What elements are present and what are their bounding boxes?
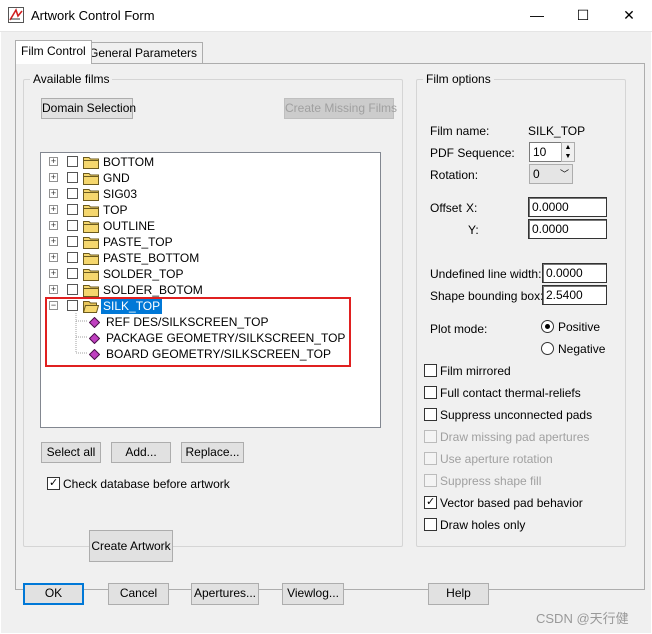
create-artwork-button[interactable]: Create Artwork [89,530,173,562]
pdf-sequence-input[interactable]: 10 [529,142,563,162]
app-icon [8,7,24,23]
film-name-label: Film name: [430,124,490,138]
window-title: Artwork Control Form [31,8,155,23]
check-database-checkbox[interactable]: ✓ Check database before artwork [47,477,230,493]
shape-bounding-box-input[interactable]: 2.5400 [542,285,607,305]
available-films-legend: Available films [30,72,113,86]
maximize-icon: ☐ [576,6,590,23]
films-tree[interactable]: + BOTTOM + GND + SIG03 + TOP + OUTLINE + PASTE_TOP +… [40,152,381,428]
offset-x-input[interactable]: 0.0000 [528,197,607,217]
plot-mode-negative-radio[interactable]: Negative [541,342,605,358]
offset-label: Offset [430,201,462,215]
tab-label: Film Control [21,44,86,58]
close-button[interactable]: ✕ [606,0,652,30]
film-name-value: SILK_TOP [528,124,586,138]
domain-selection-button[interactable]: Domain Selection [41,98,136,119]
checkbox-label: Use aperture rotation [440,452,553,466]
pdf-sequence-label: PDF Sequence: [430,146,515,160]
radio-label: Positive [558,320,601,334]
offset-x-label: X: [466,201,478,215]
film-option-checkbox[interactable]: Suppress shape fill [424,474,541,490]
spin-down-icon[interactable]: ▼ [562,152,574,161]
maximize-button[interactable]: ☐ [560,0,606,30]
radio-label: Negative [558,342,606,356]
film-options-legend: Film options [423,72,494,86]
undefined-line-width-label: Undefined line width: [430,267,542,281]
rotation-value: 0 [533,167,540,181]
film-option-checkbox[interactable]: Suppress unconnected pads [424,408,592,424]
offset-y-input[interactable]: 0.0000 [528,219,607,239]
checkbox-box [424,518,437,532]
title-bar: Artwork Control Form — ☐ ✕ [0,0,652,32]
checkbox-box [424,364,437,378]
plot-mode-label: Plot mode: [430,322,488,336]
ok-button[interactable]: OK [23,583,84,605]
checkbox-box [424,386,437,400]
film-option-checkbox[interactable]: Use aperture rotation [424,452,553,468]
film-option-checkbox[interactable]: Full contact thermal-reliefs [424,386,581,402]
tree-connectors [75,313,87,354]
checkbox-label: Suppress shape fill [440,474,542,488]
film-option-checkbox[interactable]: ✓ Vector based pad behavior [424,496,583,512]
check-icon: ✓ [426,496,436,509]
tab-general-parameters[interactable]: General Parameters [83,42,204,64]
watermark: CSDN @天行健 [536,611,629,626]
checkbox-box [424,430,437,444]
add-button[interactable]: Add... [111,442,171,463]
apertures-button[interactable]: Apertures... [191,583,259,605]
pdf-sequence-spinner[interactable]: ▲ ▼ [561,142,575,162]
close-icon: ✕ [623,6,635,23]
plot-mode-positive-radio[interactable]: Positive [541,320,600,336]
undefined-line-width-input[interactable]: 0.0000 [542,263,607,283]
checkbox-label: Vector based pad behavior [440,496,583,510]
spin-up-icon[interactable]: ▲ [562,143,574,152]
film-option-checkbox[interactable]: Draw holes only [424,518,525,534]
chevron-down-icon: ﹀ [559,169,569,179]
offset-y-label: Y: [468,223,479,237]
checkbox-box [424,474,437,488]
radio-unselected-icon [541,342,554,356]
checkbox-label: Check database before artwork [63,477,230,491]
tab-label: General Parameters [89,46,198,60]
rotation-label: Rotation: [430,168,479,182]
checkbox-label: Full contact thermal-reliefs [440,386,581,400]
minimize-button[interactable]: — [514,0,560,30]
film-control-panel: Available films Domain Selection Create … [15,63,645,590]
shape-bounding-box-label: Shape bounding box: [430,289,544,303]
checkbox-label: Film mirrored [440,364,511,378]
check-icon: ✓ [49,477,59,490]
create-missing-films-button[interactable]: Create Missing Films [284,98,397,119]
replace-button[interactable]: Replace... [181,442,244,463]
select-all-button[interactable]: Select all [41,442,101,463]
checkbox-box: ✓ [47,477,60,491]
viewlog-button[interactable]: Viewlog... [282,583,344,605]
checkbox-label: Suppress unconnected pads [440,408,593,422]
dialog-body: Film Control General Parameters Availabl… [1,32,651,633]
checkbox-box [424,408,437,422]
film-option-checkbox[interactable]: Film mirrored [424,364,511,380]
checkbox-label: Draw missing pad apertures [440,430,590,444]
checkbox-box [424,452,437,466]
cancel-button[interactable]: Cancel [108,583,169,605]
checkbox-label: Draw holes only [440,518,526,532]
minimize-icon: — [530,7,544,23]
checkbox-box: ✓ [424,496,437,510]
radio-selected-icon [541,320,554,334]
rotation-select[interactable]: 0 ﹀ [529,164,573,184]
film-option-checkbox[interactable]: Draw missing pad apertures [424,430,589,446]
help-button[interactable]: Help [428,583,489,605]
tab-film-control[interactable]: Film Control [15,40,92,64]
